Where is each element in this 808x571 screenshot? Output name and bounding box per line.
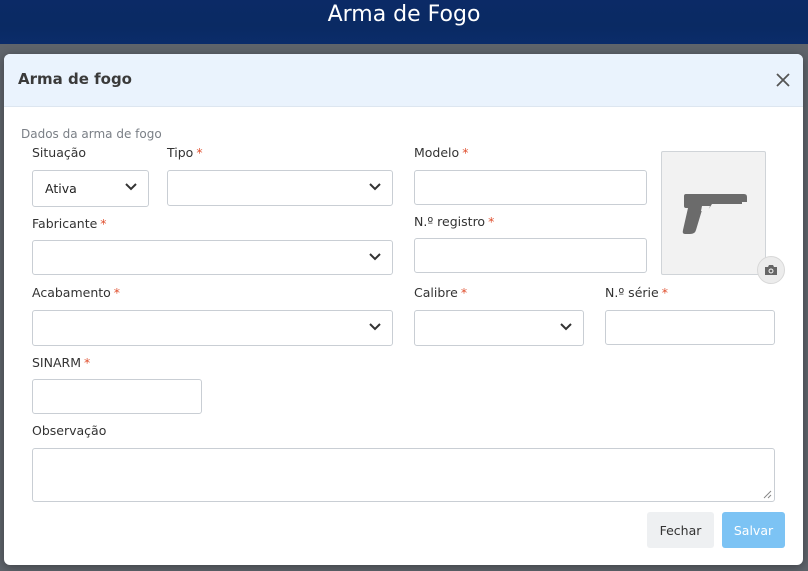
fechar-button[interactable]: Fechar [647, 512, 714, 548]
modal-title: Arma de fogo [18, 70, 132, 88]
chevron-down-icon [369, 253, 381, 261]
camera-icon [765, 265, 777, 275]
serie-input[interactable] [605, 310, 775, 345]
chevron-down-icon [369, 323, 381, 331]
modal-header: Arma de fogo [4, 54, 803, 107]
acabamento-select[interactable] [32, 310, 393, 346]
registro-label: N.º registro * [414, 214, 495, 229]
calibre-select[interactable] [414, 310, 584, 346]
serie-label: N.º série * [605, 285, 668, 300]
chevron-down-icon [125, 183, 137, 191]
situacao-label: Situação [32, 145, 87, 160]
photo-placeholder[interactable] [661, 151, 766, 275]
situacao-select[interactable]: Ativa [32, 170, 149, 207]
chevron-down-icon [369, 183, 381, 191]
observacao-label: Observação [32, 423, 107, 438]
camera-button[interactable] [757, 256, 785, 284]
section-label: Dados da arma de fogo [21, 127, 162, 141]
modelo-label: Modelo * [414, 145, 469, 160]
situacao-value: Ativa [45, 181, 77, 196]
tipo-select[interactable] [167, 170, 393, 206]
sinarm-input[interactable] [32, 379, 202, 414]
fabricante-label: Fabricante * [32, 216, 107, 231]
resize-handle-icon[interactable] [763, 490, 772, 499]
firearm-modal: Arma de fogo Dados da arma de fogo Situa… [4, 54, 803, 565]
acabamento-label: Acabamento * [32, 285, 121, 300]
calibre-label: Calibre * [414, 285, 468, 300]
pistol-icon [682, 194, 747, 234]
observacao-textarea[interactable] [32, 448, 775, 502]
salvar-button[interactable]: Salvar [722, 512, 785, 548]
page-title: Arma de Fogo [327, 2, 481, 27]
tipo-label: Tipo * [167, 145, 203, 160]
fabricante-select[interactable] [32, 240, 393, 275]
sinarm-label: SINARM * [32, 355, 91, 370]
chevron-down-icon [560, 323, 572, 331]
registro-input[interactable] [414, 238, 647, 273]
modelo-input[interactable] [414, 170, 647, 205]
close-icon[interactable] [773, 70, 793, 90]
app-header: Arma de Fogo [0, 0, 808, 44]
